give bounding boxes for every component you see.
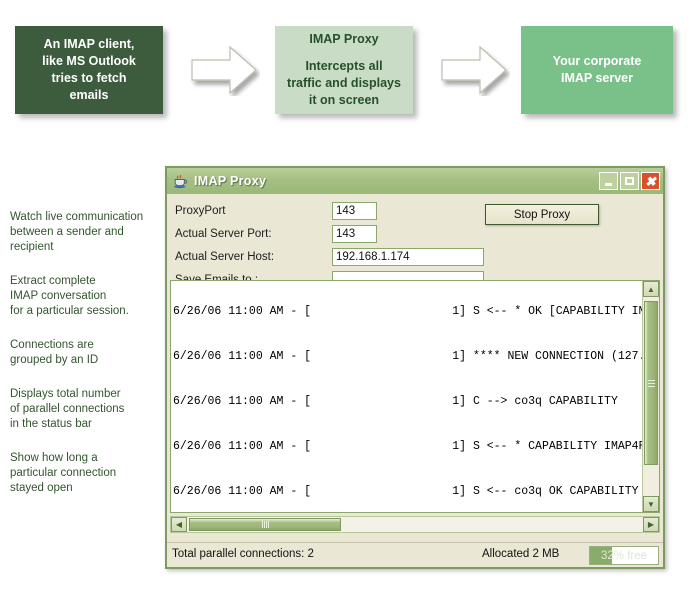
note-line: in the status bar — [10, 418, 92, 430]
window-controls: ✖ — [599, 172, 660, 190]
note-line: particular connection — [10, 467, 117, 479]
note-line: stayed open — [10, 482, 73, 494]
proxy-line-3: it on screen — [308, 93, 380, 107]
app-window: IMAP Proxy ✖ ProxyPort Actual Server Por… — [165, 166, 665, 569]
actual-server-port-input[interactable] — [332, 225, 377, 243]
vertical-scroll-thumb[interactable] — [644, 301, 658, 465]
note-item: Displays total number of parallel connec… — [10, 387, 160, 432]
status-total-connections: Total parallel connections: 2 — [172, 548, 314, 560]
memory-free-label: 32% free — [600, 549, 648, 562]
java-coffee-cup-icon — [172, 173, 189, 190]
server-line-2: IMAP server — [560, 71, 634, 85]
actual-server-host-input[interactable] — [332, 248, 484, 266]
window-titlebar[interactable]: IMAP Proxy ✖ — [167, 168, 663, 194]
arrow-client-to-proxy-icon — [190, 44, 260, 96]
settings-form: ProxyPort Actual Server Port: Actual Ser… — [167, 194, 663, 289]
maximize-icon[interactable] — [620, 172, 639, 190]
scroll-right-icon[interactable]: ▶ — [643, 517, 659, 532]
log-line: 6/26/06 11:00 AM - [ 1] **** NEW CONNECTI… — [173, 349, 659, 364]
status-bar: Total parallel connections: 2 Allocated … — [167, 542, 663, 567]
note-line: recipient — [10, 241, 54, 253]
log-connection-id: 1] — [452, 485, 467, 498]
log-message: S <-- * OK [CAPABILITY IMAP4REV1 LOGIN-R… — [472, 305, 659, 318]
note-line: grouped by an ID — [10, 354, 99, 366]
scroll-left-icon[interactable]: ◀ — [171, 517, 187, 532]
note-line: Displays total number — [10, 388, 121, 400]
log-line: 6/26/06 11:00 AM - [ 1] S <-- * CAPABILIT… — [173, 439, 660, 454]
client-line-4: emails — [69, 88, 109, 102]
log-message: C --> co3q CAPABILITY — [472, 395, 618, 408]
server-line-1: Your corporate — [552, 54, 642, 68]
close-icon[interactable]: ✖ — [641, 172, 660, 190]
proxy-title: IMAP Proxy — [309, 32, 379, 46]
proxy-line-2: traffic and displays — [287, 76, 401, 90]
log-timestamp: 6/26/06 11:00 AM - [ — [173, 395, 312, 408]
diagram-box-client: An IMAP client, like MS Outlook tries to… — [15, 26, 163, 114]
note-line: for a particular session. — [10, 305, 129, 317]
architecture-diagram: An IMAP client, like MS Outlook tries to… — [0, 0, 700, 140]
proxy-port-input[interactable] — [332, 202, 377, 220]
client-line-1: An IMAP client, — [43, 37, 135, 51]
note-line: Extract complete — [10, 275, 96, 287]
log-text: 6/26/06 11:00 AM - [ 1] S <-- * OK [CAPAB… — [173, 281, 660, 512]
scroll-up-icon[interactable]: ▲ — [643, 281, 659, 297]
note-line: Show how long a — [10, 452, 98, 464]
log-output-panel[interactable]: 6/26/06 11:00 AM - [ 1] S <-- * OK [CAPAB… — [170, 280, 660, 513]
scroll-down-icon[interactable]: ▼ — [643, 496, 659, 512]
stop-proxy-button[interactable]: Stop Proxy — [485, 204, 599, 225]
log-line: 6/26/06 11:00 AM - [ 1] S <-- * OK [CAPAB… — [173, 304, 659, 319]
memory-free-progressbar[interactable]: 32% free — [589, 546, 659, 565]
note-item: Show how long a particular connection st… — [10, 451, 160, 496]
horizontal-scroll-thumb[interactable] — [189, 518, 341, 531]
window-title: IMAP Proxy — [194, 174, 267, 188]
log-timestamp: 6/26/06 11:00 AM - [ — [173, 305, 312, 318]
diagram-box-proxy: IMAP Proxy Intercepts all traffic and di… — [275, 26, 413, 114]
log-timestamp: 6/26/06 11:00 AM - [ — [173, 440, 312, 453]
log-connection-id: 1] — [452, 350, 467, 363]
scroll-grip-icon — [647, 378, 655, 389]
log-message: S <-- * CAPABILITY IMAP4REV1 IDLE NAMESP… — [472, 440, 660, 453]
log-line: 6/26/06 11:00 AM - [ 1] C --> co3q CAPABI… — [173, 394, 659, 409]
log-timestamp: 6/26/06 11:00 AM - [ — [173, 485, 312, 498]
diagram-box-server: Your corporate IMAP server — [521, 26, 673, 114]
log-connection-id: 1] — [452, 395, 467, 408]
log-vertical-scrollbar[interactable]: ▲ ▼ — [642, 281, 659, 512]
log-line: 6/26/06 11:00 AM - [ 1] S <-- co3q OK CAP… — [173, 484, 659, 499]
status-allocated-memory: Allocated 2 MB — [482, 548, 560, 560]
note-line: Watch live communication — [10, 211, 144, 223]
proxy-line-1: Intercepts all — [305, 59, 383, 73]
arrow-proxy-to-server-icon — [440, 44, 510, 96]
note-line: Connections are — [10, 339, 94, 351]
actual-server-port-label: Actual Server Port: — [175, 228, 272, 240]
note-line: between a sender and — [10, 226, 124, 238]
form-row-actual-server-port: Actual Server Port: — [175, 224, 663, 244]
proxy-port-label: ProxyPort — [175, 205, 226, 217]
note-line: IMAP conversation — [10, 290, 107, 302]
log-timestamp: 6/26/06 11:00 AM - [ — [173, 350, 312, 363]
form-row-actual-server-host: Actual Server Host: — [175, 247, 663, 267]
feature-notes-list: Watch live communication between a sende… — [10, 210, 160, 515]
note-line: of parallel connections — [10, 403, 125, 415]
note-item: Extract complete IMAP conversation for a… — [10, 274, 160, 319]
note-item: Watch live communication between a sende… — [10, 210, 160, 255]
actual-server-host-label: Actual Server Host: — [175, 251, 275, 263]
log-connection-id: 1] — [452, 305, 467, 318]
client-line-3: tries to fetch — [51, 71, 127, 85]
minimize-icon[interactable] — [599, 172, 618, 190]
client-line-2: like MS Outlook — [42, 54, 136, 68]
log-message: S <-- co3q OK CAPABILITY completed — [472, 485, 659, 498]
log-connection-id: 1] — [452, 440, 467, 453]
note-item: Connections are grouped by an ID — [10, 338, 160, 368]
log-horizontal-scrollbar[interactable]: ◀ ▶ — [170, 516, 660, 533]
log-message: **** NEW CONNECTION (127.0.0.1) — [472, 350, 659, 363]
scroll-grip-icon — [261, 521, 269, 528]
